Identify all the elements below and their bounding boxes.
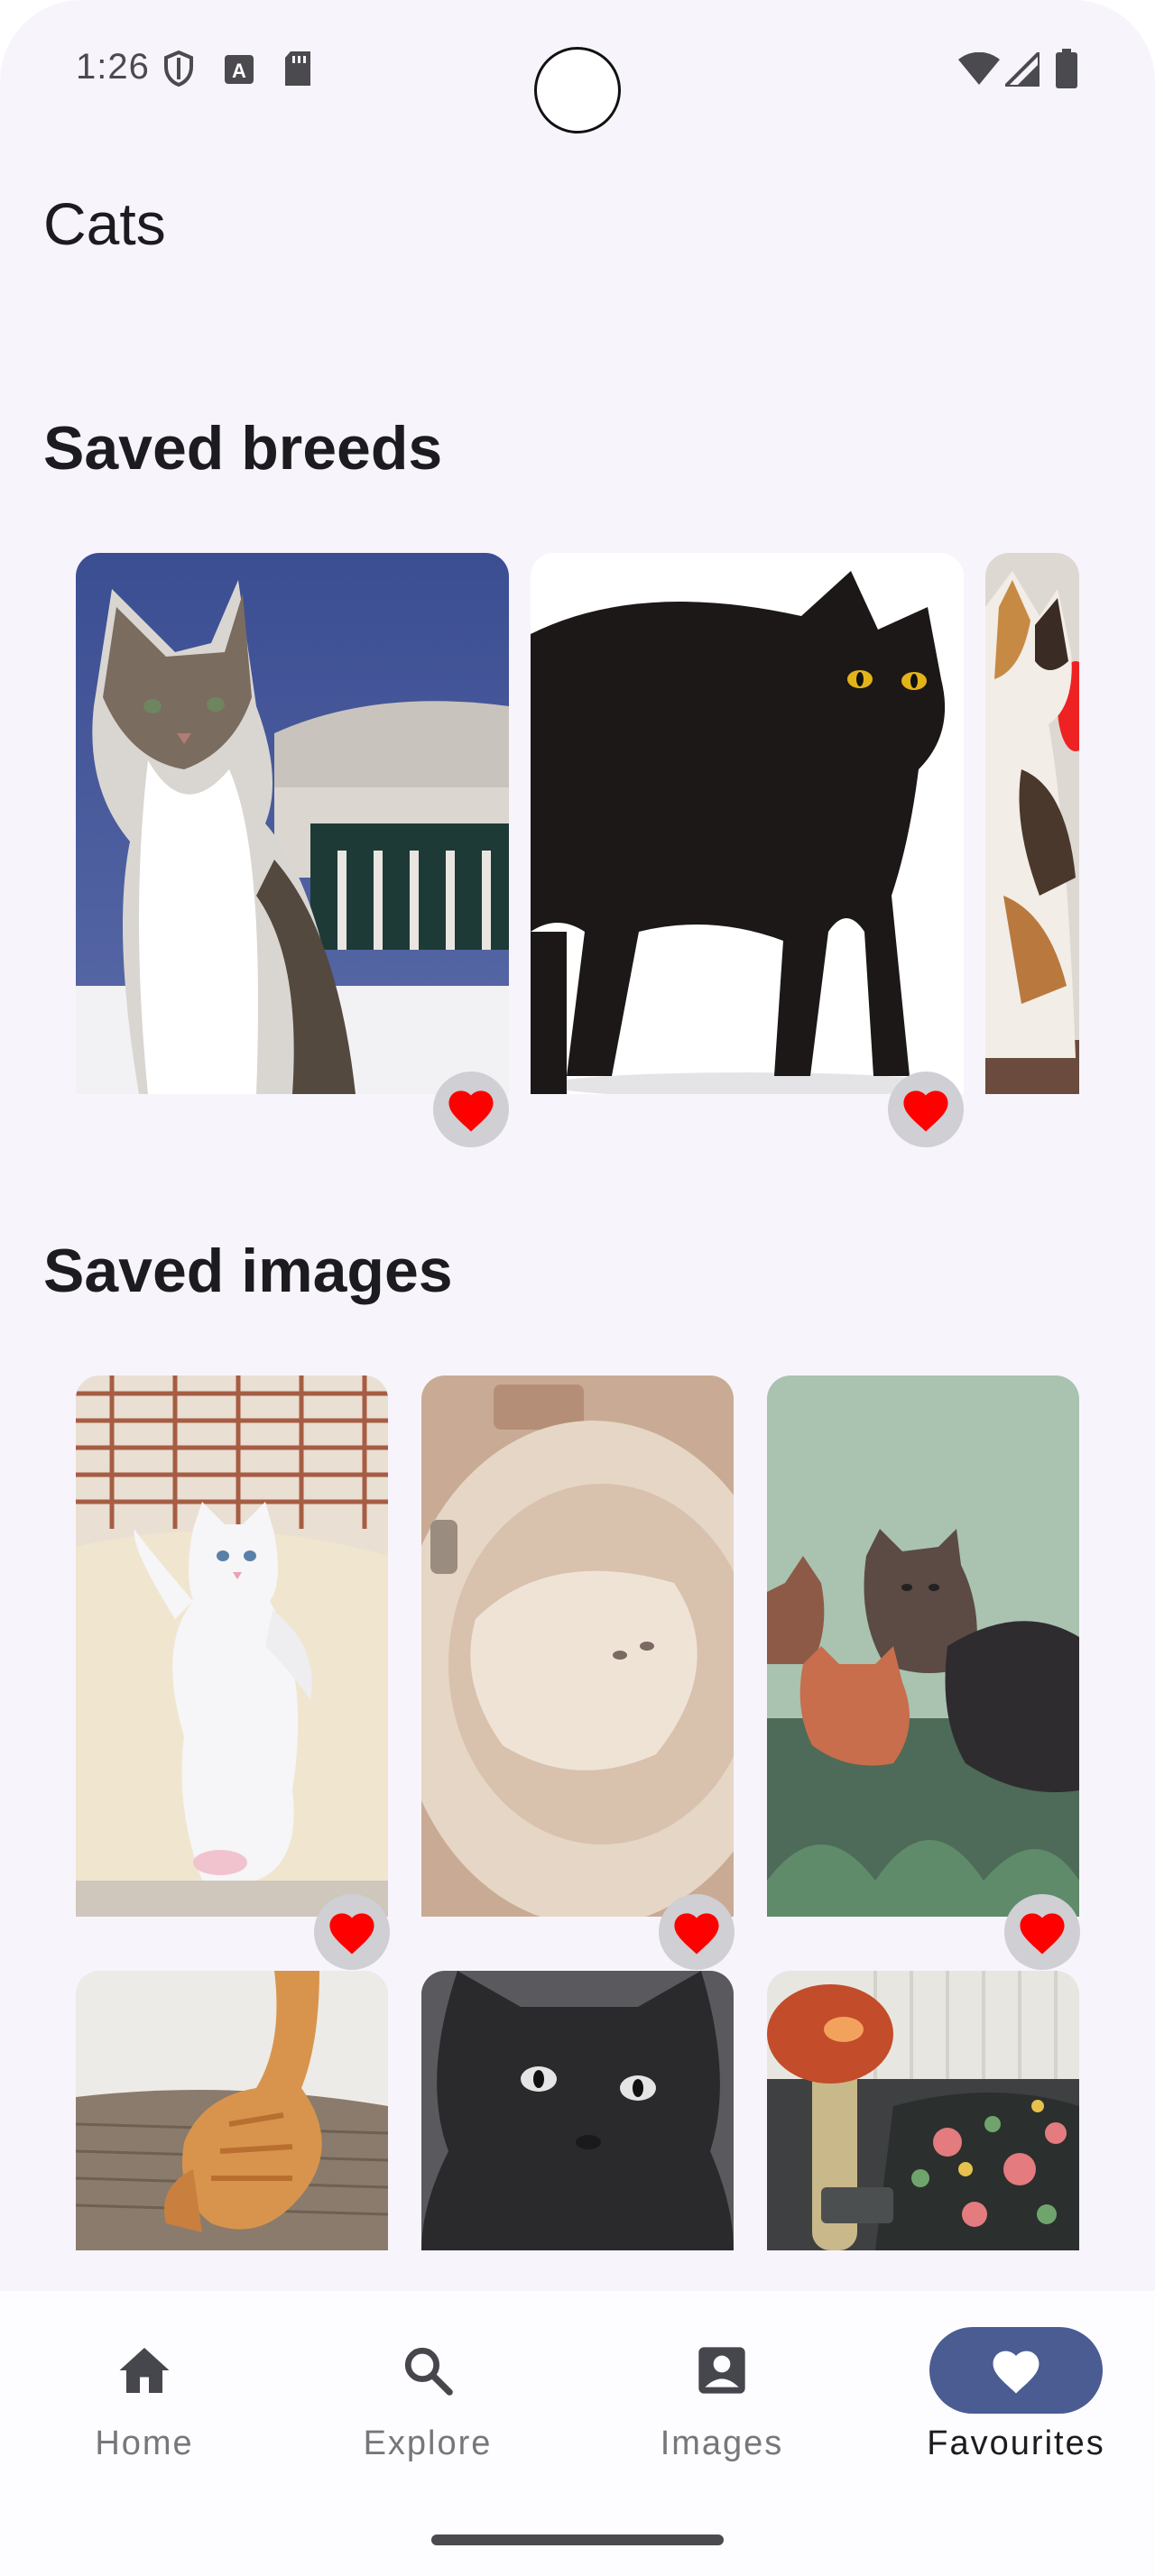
nav-label-explore: Explore <box>363 2424 493 2462</box>
home-indicator[interactable] <box>431 2535 724 2545</box>
bottom-navigation: Home Explore Images Favourites <box>0 2291 1155 2576</box>
app-screen: 1:26 A Cats Saved breeds Saved images Ho… <box>0 0 1155 2576</box>
tabby-white-cat-photo <box>76 553 509 1094</box>
black-fluffy-cat-photo <box>421 1971 734 2250</box>
cat-in-sink-photo <box>421 1375 734 1917</box>
nav-item-home[interactable]: Home <box>0 2291 289 2507</box>
kittens-in-grass-photo <box>767 1375 1079 1917</box>
calico-cat-photo <box>985 553 1079 1094</box>
saved-breeds-heading: Saved breeds <box>43 414 443 483</box>
nav-item-images[interactable]: Images <box>578 2291 866 2507</box>
saved-image-card[interactable] <box>767 1971 1079 2250</box>
status-bar: 1:26 A <box>0 0 1155 135</box>
favourite-toggle[interactable] <box>659 1894 735 1970</box>
breed-card-black[interactable] <box>531 553 964 1094</box>
mushroom-lamp-rug-photo <box>767 1971 1079 2250</box>
heart-icon <box>674 1913 719 1955</box>
wifi-icon <box>958 51 1000 89</box>
shield-icon <box>162 50 195 91</box>
svg-text:A: A <box>232 60 246 82</box>
nav-icon-container <box>341 2327 514 2414</box>
favourite-toggle[interactable] <box>888 1072 964 1147</box>
saved-image-card[interactable] <box>76 1375 388 1917</box>
breed-card-tabby-white[interactable] <box>76 553 509 1094</box>
a-badge-icon: A <box>224 54 254 89</box>
camera-cutout <box>534 47 621 133</box>
nav-active-indicator <box>929 2327 1103 2414</box>
nav-label-home: Home <box>95 2424 194 2462</box>
white-kitten-standing-photo <box>76 1375 388 1917</box>
heart-icon <box>329 1913 374 1955</box>
home-icon <box>119 2348 170 2393</box>
saved-images-heading: Saved images <box>43 1237 453 1305</box>
favourite-toggle[interactable] <box>433 1072 509 1147</box>
heart-icon <box>993 2351 1040 2394</box>
nav-item-favourites[interactable]: Favourites <box>872 2291 1155 2507</box>
page-title: Cats <box>43 190 166 257</box>
sd-card-icon <box>283 51 312 91</box>
breed-card-calico[interactable] <box>985 553 1079 1094</box>
favourite-toggle[interactable] <box>314 1894 390 1970</box>
saved-image-card[interactable] <box>421 1971 734 2250</box>
saved-image-card[interactable] <box>767 1375 1079 1917</box>
nav-icon-container <box>58 2327 231 2414</box>
nav-label-favourites: Favourites <box>927 2424 1105 2462</box>
heart-icon <box>1020 1913 1065 1955</box>
nav-label-images: Images <box>660 2424 784 2462</box>
saved-image-card[interactable] <box>76 1971 388 2250</box>
nav-item-explore[interactable]: Explore <box>283 2291 572 2507</box>
favourite-toggle[interactable] <box>1004 1894 1080 1970</box>
account-box-icon <box>698 2347 745 2394</box>
nav-icon-container <box>635 2327 808 2414</box>
status-time: 1:26 <box>76 47 150 87</box>
search-icon <box>404 2347 453 2396</box>
signal-icon <box>1001 48 1041 91</box>
battery-icon <box>1056 49 1077 93</box>
heart-icon <box>448 1090 494 1132</box>
saved-image-card[interactable] <box>421 1375 734 1917</box>
black-cat-photo <box>531 553 964 1094</box>
heart-icon <box>903 1090 948 1132</box>
orange-kitten-photo <box>76 1971 388 2250</box>
